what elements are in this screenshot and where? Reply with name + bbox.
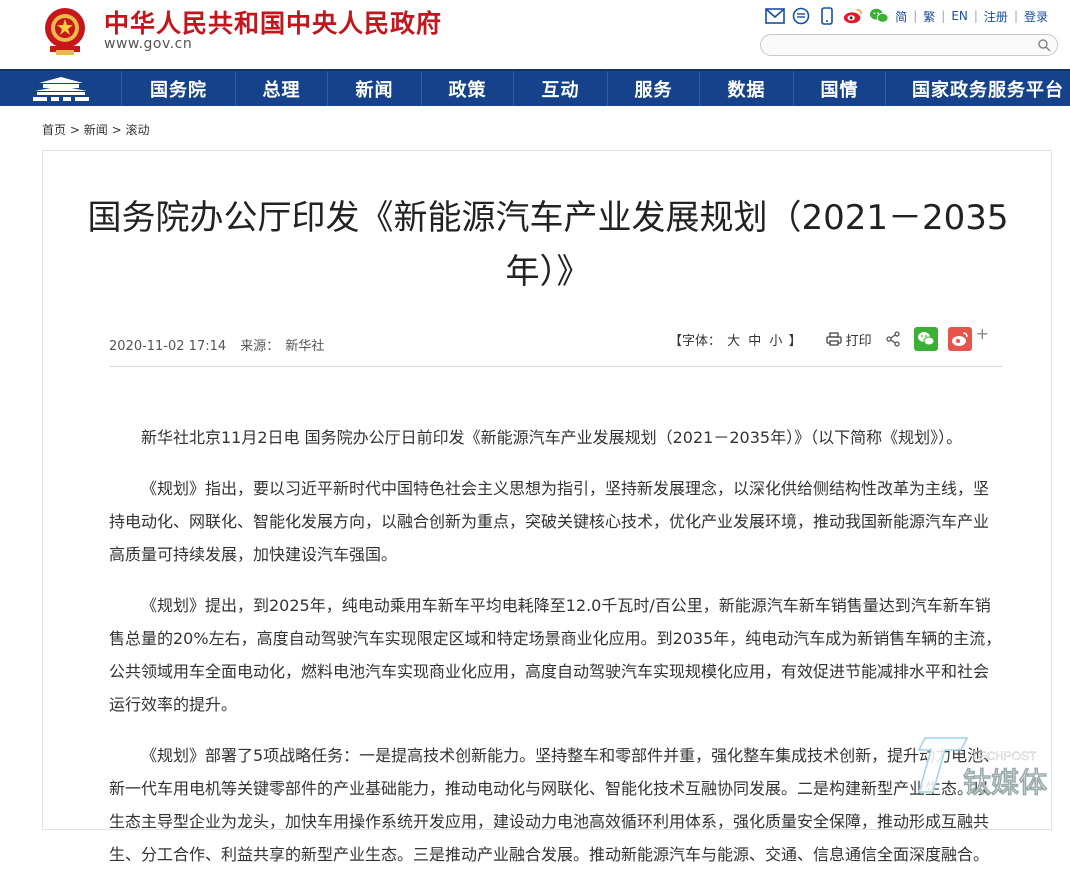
- watermark-brand-en: TECHPOST: [971, 749, 1037, 763]
- tiananmen-icon: [32, 76, 89, 101]
- breadcrumb-news[interactable]: 新闻: [84, 123, 108, 137]
- article-title: 国务院办公厅印发《新能源汽车产业发展规划（2021－2035年）》: [87, 198, 1009, 292]
- divider: |: [1013, 9, 1018, 23]
- font-size-end: 】: [788, 333, 802, 349]
- nav-item-news[interactable]: 新闻: [328, 71, 422, 106]
- breadcrumb-separator: >: [69, 123, 80, 137]
- watermark-brand-cn: 钛媒体: [963, 766, 1048, 799]
- article-tools: 【字体： 大 中 小 】 打印 +: [669, 324, 989, 351]
- nav-item-data[interactable]: 数据: [700, 71, 794, 106]
- mail-icon[interactable]: [765, 6, 785, 26]
- font-size-label: 【字体：: [668, 333, 721, 349]
- nav-item-national-info[interactable]: 国情: [794, 71, 886, 106]
- breadcrumb: 首页 > 新闻 > 滚动: [42, 121, 149, 138]
- wechat-icon[interactable]: [869, 6, 889, 26]
- print-button[interactable]: 打印: [825, 330, 872, 349]
- lang-simplified-link[interactable]: 简: [895, 8, 907, 25]
- article-date: 2020-11-02 17:14: [109, 339, 227, 354]
- nav-item-premier[interactable]: 总理: [236, 71, 328, 106]
- font-size-control: 【字体： 大 中 小 】: [669, 330, 802, 349]
- article-container: 国务院办公厅印发《新能源汽车产业发展规划（2021－2035年）》 2020-1…: [42, 150, 1052, 864]
- nav-item-policy[interactable]: 政策: [422, 71, 514, 106]
- weibo-icon[interactable]: [843, 6, 863, 26]
- article-body: 新华社北京11月2日电 国务院办公厅日前印发《新能源汽车产业发展规划（2021－…: [109, 421, 1003, 889]
- national-emblem-icon[interactable]: [42, 6, 88, 56]
- chat-icon[interactable]: [791, 6, 811, 26]
- printer-icon: [825, 332, 842, 346]
- lang-english-link[interactable]: EN: [951, 9, 968, 23]
- site-domain: www.gov.cn: [104, 36, 193, 52]
- main-nav: 国务院 总理 新闻 政策 互动 服务 数据 国情 国家政务服务平台: [0, 69, 1070, 106]
- article-paragraph: 新华社北京11月2日电 国务院办公厅日前印发《新能源汽车产业发展规划（2021－…: [141, 428, 963, 447]
- divider: |: [913, 9, 918, 23]
- nav-item-gov-service-platform[interactable]: 国家政务服务平台: [886, 71, 1070, 106]
- site-header: 中华人民共和国中央人民政府 www.gov.cn 简 | 繁 | EN | 注册…: [0, 0, 1070, 69]
- source-label: 来源：: [240, 339, 280, 354]
- techpost-watermark-logo: TECHPOST 钛媒体: [917, 737, 1048, 799]
- breadcrumb-home[interactable]: 首页: [42, 123, 66, 137]
- article-paragraph: 《规划》部署了5项战略任务：一是提高技术创新能力。坚持整车和零部件并重，强化整车…: [109, 746, 1000, 864]
- article-meta: 2020-11-02 17:14 来源： 新华社 【字体： 大 中 小 】 打印: [109, 324, 1003, 367]
- more-share-button[interactable]: +: [976, 324, 989, 343]
- mobile-icon[interactable]: [817, 6, 837, 26]
- nav-item-service[interactable]: 服务: [608, 71, 700, 106]
- font-size-small[interactable]: 小: [769, 334, 782, 349]
- nav-item-state-council[interactable]: 国务院: [122, 71, 236, 106]
- search-input[interactable]: [771, 36, 1031, 56]
- weibo-share-icon[interactable]: [947, 327, 972, 351]
- print-label: 打印: [845, 333, 872, 349]
- search-box: [760, 34, 1058, 56]
- site-title[interactable]: 中华人民共和国中央人民政府: [104, 4, 442, 40]
- article-paragraph: 《规划》指出，要以习近平新时代中国特色社会主义思想为指引，坚持新发展理念，以深化…: [109, 479, 990, 564]
- login-link[interactable]: 登录: [1024, 8, 1048, 25]
- article-paragraph: 《规划》提出，到2025年，纯电动乘用车新车平均电耗降至12.0千瓦时/百公里，…: [109, 596, 1002, 714]
- nav-item-interaction[interactable]: 互动: [514, 71, 608, 106]
- article-source: 新华社: [285, 339, 325, 354]
- article-meta-left: 2020-11-02 17:14 来源： 新华社: [109, 335, 334, 354]
- wechat-share-icon[interactable]: [913, 327, 938, 351]
- top-tools: 简 | 繁 | EN | 注册 | 登录: [765, 6, 1048, 26]
- register-link[interactable]: 注册: [984, 8, 1008, 25]
- font-size-large[interactable]: 大: [727, 334, 740, 349]
- font-size-medium[interactable]: 中: [748, 334, 761, 349]
- share-icon[interactable]: [882, 328, 904, 350]
- divider: |: [973, 9, 978, 23]
- nav-home-logo[interactable]: [0, 71, 122, 106]
- breadcrumb-separator: >: [111, 123, 122, 137]
- breadcrumb-rolling[interactable]: 滚动: [125, 123, 149, 137]
- divider: |: [941, 9, 946, 23]
- search-icon[interactable]: [1037, 38, 1051, 52]
- lang-traditional-link[interactable]: 繁: [923, 8, 935, 25]
